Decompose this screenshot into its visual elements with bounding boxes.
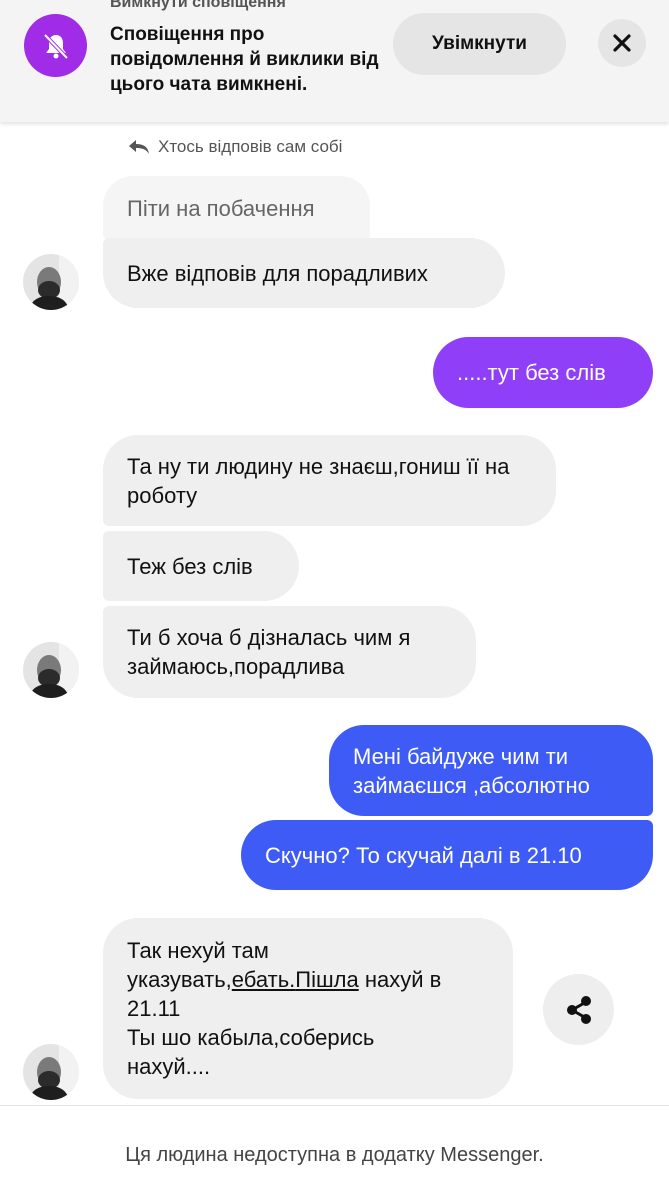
avatar[interactable] bbox=[23, 254, 79, 310]
message-text: Так нехуй там указувать,ебать.Пішла наху… bbox=[127, 938, 442, 1079]
enable-notifications-button[interactable]: Увімкнути bbox=[393, 13, 566, 75]
incoming-message[interactable]: Ти б хоча б дізналась чим я займаюсь,пор… bbox=[103, 606, 476, 698]
incoming-message[interactable]: Вже відповів для порадливих bbox=[103, 238, 505, 308]
outgoing-message[interactable]: Скучно? То скучай далі в 21.10 bbox=[241, 820, 653, 890]
close-icon bbox=[613, 34, 631, 52]
share-icon bbox=[566, 995, 591, 1024]
quoted-message[interactable]: Піти на побачення bbox=[103, 176, 370, 240]
reply-info: Хтось відповів сам собі bbox=[128, 137, 342, 157]
message-link[interactable]: ебать. bbox=[232, 967, 296, 992]
close-banner-button[interactable] bbox=[598, 19, 646, 67]
outgoing-message[interactable]: .....тут без слів bbox=[433, 337, 653, 408]
banner-title: Вимкнути сповіщення bbox=[110, 0, 286, 11]
incoming-message[interactable]: Та ну ти людину не знаєш,гониш її на роб… bbox=[103, 435, 556, 526]
incoming-message[interactable]: Теж без слів bbox=[103, 531, 299, 601]
unavailable-notice: Ця людина недоступна в додатку Messenger… bbox=[125, 1144, 544, 1166]
banner-message: Сповіщення про повідомлення й виклики ві… bbox=[110, 24, 379, 95]
reply-arrow-icon bbox=[129, 140, 149, 154]
reply-info-text: Хтось відповів сам собі bbox=[158, 137, 343, 156]
incoming-message[interactable]: Так нехуй там указувать,ебать.Пішла наху… bbox=[103, 918, 513, 1099]
notification-banner: Вимкнути сповіщення Сповіщення про повід… bbox=[0, 0, 669, 122]
outgoing-message[interactable]: Мені байдуже чим ти займаєшся ,абсолютно bbox=[329, 725, 653, 816]
avatar[interactable] bbox=[23, 1044, 79, 1100]
message-link[interactable]: Пішла bbox=[295, 967, 358, 992]
avatar[interactable] bbox=[23, 642, 79, 698]
bell-muted-icon bbox=[24, 14, 87, 77]
share-button[interactable] bbox=[543, 974, 614, 1045]
footer: Ця людина недоступна в додатку Messenger… bbox=[0, 1105, 669, 1200]
